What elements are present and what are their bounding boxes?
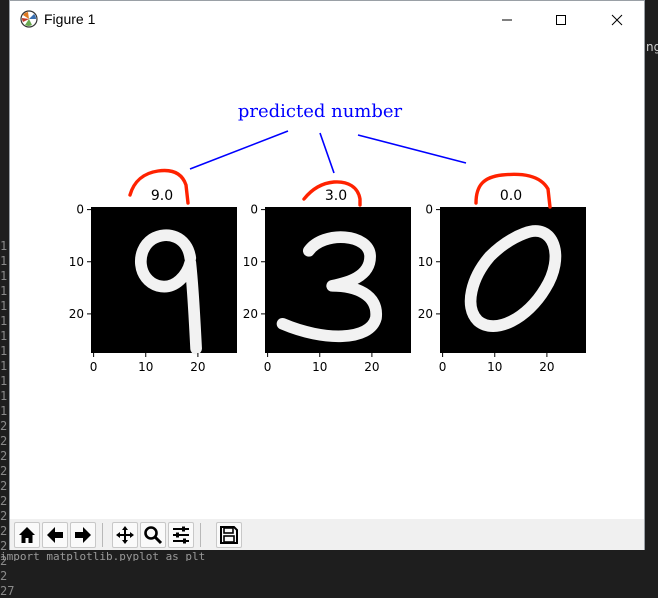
maximize-button[interactable] bbox=[538, 1, 584, 39]
configure-subplots-icon bbox=[173, 526, 189, 544]
back-arrow-icon bbox=[47, 527, 63, 543]
pan-icon bbox=[116, 526, 134, 544]
x-tick-label: 10 bbox=[487, 360, 502, 374]
background-line-number: 2 bbox=[0, 569, 8, 583]
x-tick-label: 0 bbox=[90, 360, 98, 374]
save-icon bbox=[220, 526, 238, 544]
x-tick-label: 10 bbox=[138, 360, 153, 374]
y-tick-label: 20 bbox=[418, 307, 433, 321]
pan-button[interactable] bbox=[112, 522, 138, 548]
back-button[interactable] bbox=[42, 522, 68, 548]
close-button[interactable] bbox=[594, 1, 640, 39]
home-button[interactable] bbox=[14, 522, 40, 548]
subplot-title: 9.0 bbox=[151, 188, 173, 204]
digit-image bbox=[91, 207, 237, 353]
digit-image bbox=[440, 207, 586, 353]
annotation-line bbox=[319, 132, 335, 174]
x-tick-label: 10 bbox=[312, 360, 327, 374]
x-tick-label: 20 bbox=[190, 360, 205, 374]
background-line-number: 27 bbox=[0, 584, 15, 598]
y-tick-label: 10 bbox=[243, 255, 258, 269]
navigation-toolbar bbox=[10, 519, 644, 550]
toolbar-separator bbox=[102, 523, 103, 547]
x-tick-label: 20 bbox=[539, 360, 554, 374]
annotation-line bbox=[189, 130, 289, 170]
subplot-title: 3.0 bbox=[325, 188, 347, 204]
maximize-icon bbox=[556, 15, 566, 25]
close-icon bbox=[611, 14, 623, 26]
title-bar[interactable]: Figure 1 bbox=[10, 1, 644, 39]
x-tick-label: 20 bbox=[364, 360, 379, 374]
y-tick-label: 0 bbox=[250, 203, 258, 217]
window-title: Figure 1 bbox=[44, 11, 96, 27]
matplotlib-icon bbox=[20, 10, 38, 28]
figure-window: Figure 1 predicted number 9.0 0 10 20 0 10 20 3.… bbox=[9, 0, 645, 550]
minimize-icon bbox=[502, 19, 512, 21]
background-text-fragment: ng bbox=[646, 40, 658, 54]
figure-canvas[interactable]: predicted number 9.0 0 10 20 0 10 20 3.0 0 10 20 0 10… bbox=[10, 39, 644, 519]
subplot-title: 0.0 bbox=[500, 188, 522, 204]
zoom-icon bbox=[144, 526, 163, 545]
configure-subplots-button[interactable] bbox=[168, 522, 194, 548]
annotation-line bbox=[357, 134, 467, 164]
minimize-button[interactable] bbox=[484, 1, 530, 39]
annotation-text: predicted number bbox=[238, 101, 403, 122]
y-tick-label: 10 bbox=[418, 255, 433, 269]
forward-arrow-icon bbox=[75, 527, 91, 543]
y-tick-label: 20 bbox=[243, 307, 258, 321]
forward-button[interactable] bbox=[70, 522, 96, 548]
y-tick-label: 10 bbox=[69, 255, 84, 269]
y-tick-label: 0 bbox=[425, 203, 433, 217]
toolbar-separator bbox=[200, 523, 201, 547]
x-tick-label: 0 bbox=[439, 360, 447, 374]
zoom-button[interactable] bbox=[140, 522, 166, 548]
x-tick-label: 0 bbox=[264, 360, 272, 374]
figure-plot: predicted number 9.0 0 10 20 0 10 20 3.0 0 10 20 0 10… bbox=[69, 101, 586, 374]
y-tick-label: 0 bbox=[76, 203, 84, 217]
home-icon bbox=[19, 527, 35, 543]
background-code-line: import matplotlib.pyplot as plt bbox=[0, 550, 206, 561]
save-button[interactable] bbox=[216, 522, 242, 548]
y-tick-label: 20 bbox=[69, 307, 84, 321]
